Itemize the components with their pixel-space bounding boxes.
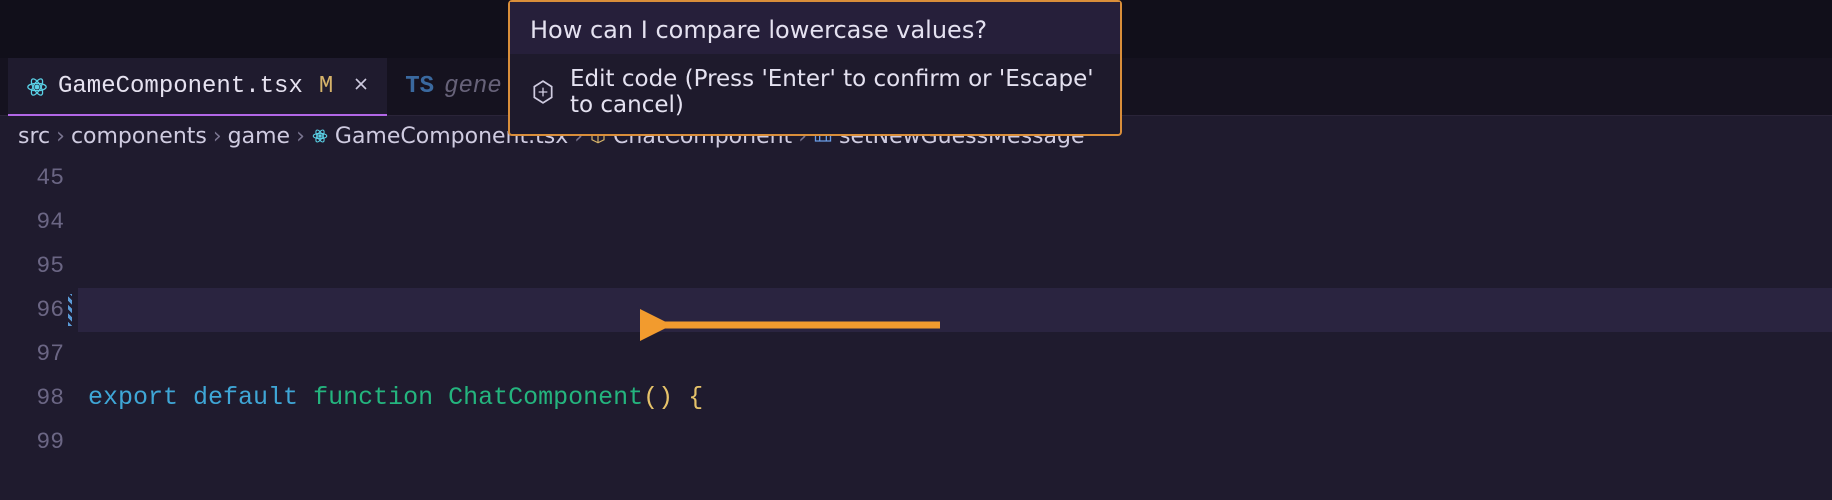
line-number: 45: [0, 156, 64, 200]
tab-inactive[interactable]: TS gene: [387, 58, 519, 115]
line-number: 97: [0, 332, 64, 376]
ts-icon: TS: [405, 73, 434, 100]
line-number: 96: [0, 288, 64, 332]
code-line[interactable]: export default function ChatComponent() …: [78, 376, 1832, 420]
react-icon: [26, 76, 48, 98]
inline-chat-popup: How can I compare lowercase values? Edit…: [508, 0, 1122, 136]
line-number: 99: [0, 420, 64, 464]
code-area[interactable]: export default function ChatComponent() …: [78, 156, 1832, 500]
line-number: 98: [0, 376, 64, 420]
inline-chat-input[interactable]: How can I compare lowercase values?: [510, 2, 1120, 54]
breadcrumb-item[interactable]: game: [228, 124, 290, 149]
token: ChatComponent: [448, 383, 643, 412]
line-number: 94: [0, 200, 64, 244]
close-icon[interactable]: [353, 73, 369, 100]
current-line-highlight: [78, 288, 1832, 332]
token: function: [313, 383, 433, 412]
inline-chat-action-label: Edit code (Press 'Enter' to confirm or '…: [570, 66, 1100, 118]
token: export: [88, 383, 178, 412]
react-icon: [311, 127, 329, 145]
sparkle-hex-icon: [530, 79, 556, 105]
token: (): [643, 383, 673, 412]
chevron-right-icon: ›: [296, 124, 305, 149]
code-editor[interactable]: 45 94 95 96 97 98 99 export default func…: [0, 156, 1832, 500]
tab-gamecomponent[interactable]: GameComponent.tsx M: [8, 58, 387, 115]
token: default: [193, 383, 298, 412]
chevron-right-icon: ›: [56, 124, 65, 149]
token: {: [673, 383, 703, 412]
line-gutter: 45 94 95 96 97 98 99: [0, 156, 78, 500]
line-number: 95: [0, 244, 64, 288]
tab-filename: GameComponent.tsx: [58, 73, 303, 100]
modified-indicator: M: [319, 73, 333, 100]
tab-filename-inactive: gene: [444, 73, 502, 100]
breadcrumb-item[interactable]: src: [18, 124, 50, 149]
chevron-right-icon: ›: [213, 124, 222, 149]
inline-chat-action[interactable]: Edit code (Press 'Enter' to confirm or '…: [510, 54, 1120, 134]
breadcrumb-item[interactable]: components: [71, 124, 207, 149]
